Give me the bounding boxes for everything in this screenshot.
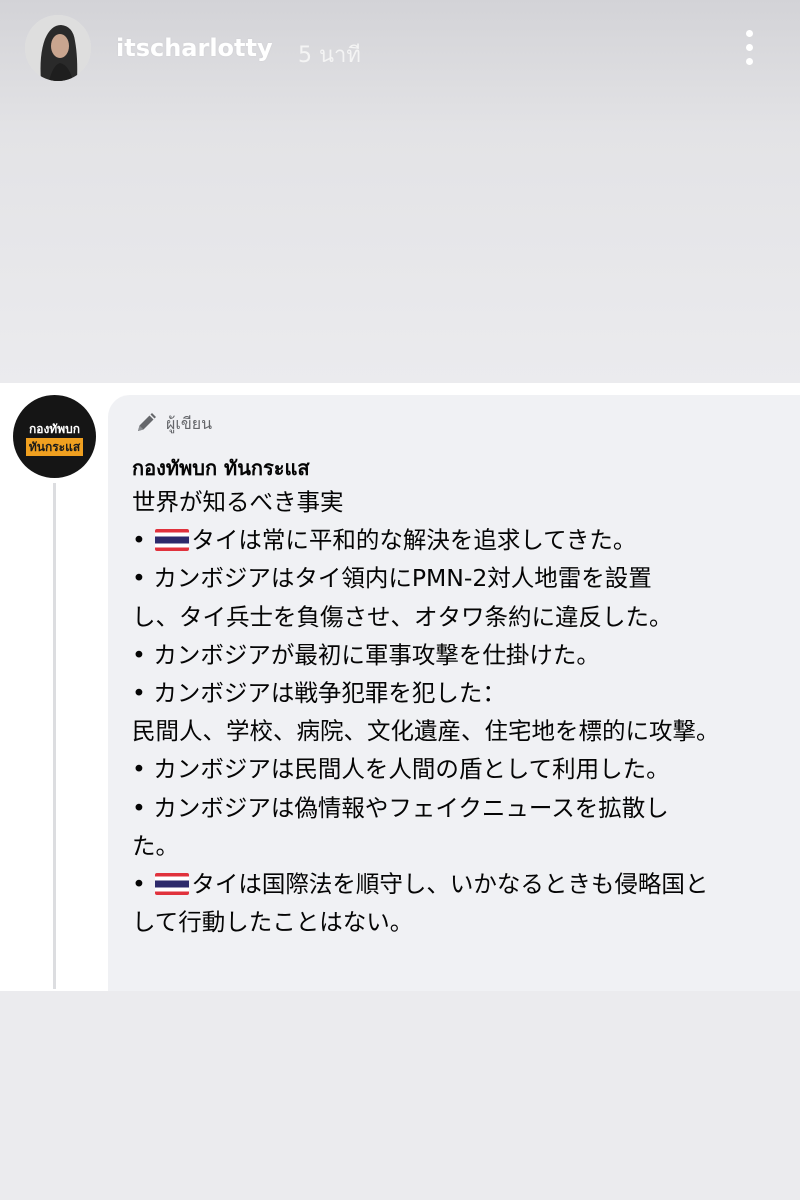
comment-text: 世界が知るべき事実 • タイは常に平和的な解決を追求してきた。 • カンボジアはタイ… [132, 483, 792, 941]
comment-line-text: 世界が知るべき事実 [132, 488, 344, 516]
bullet: • [132, 793, 154, 822]
author-badge: ผู้เขียน [166, 414, 213, 433]
comment-line: • タイは国際法を順守し、いかなるときも侵略国と [132, 865, 792, 903]
comment-line: • タイは常に平和的な解決を追求してきた。 [132, 521, 792, 559]
comment-line: • カンボジアはタイ領内にPMN-2対人地雷を設置 [132, 559, 792, 597]
bullet: • [132, 564, 154, 593]
page-avatar[interactable]: กองทัพบก ทันกระแส [13, 395, 96, 478]
comment-line-text: た。 [132, 831, 179, 860]
more-vertical-icon[interactable] [736, 28, 764, 68]
username[interactable]: itscharlotty [116, 34, 273, 62]
bullet: • [132, 678, 154, 707]
comment-line-text: カンボジアはタイ領内にPMN-2対人地雷を設置 [153, 564, 652, 593]
comment-line: し、タイ兵士を負傷させ、オタワ条約に違反した。 [132, 598, 792, 636]
comment-line: 世界が知るべき事実 [132, 483, 792, 521]
comment-line-text: カンボジアは民間人を人間の盾として利用した。 [153, 755, 670, 784]
bullet: • [132, 755, 154, 784]
comment-line: して行動したことはない。 [132, 903, 792, 941]
comment-line-text: タイは国際法を順守し、いかなるときも侵略国と [191, 869, 709, 898]
comment-line: • カンボジアが最初に軍事攻撃を仕掛けた。 [132, 636, 792, 674]
comment-line-text: して行動したことはない。 [132, 908, 414, 937]
comment-line-text: し、タイ兵士を負傷させ、オタワ条約に違反した。 [132, 602, 673, 631]
page-name[interactable]: กองทัพบก ทันกระแส [132, 452, 310, 484]
timestamp: 5 นาที [298, 43, 361, 68]
comment-line-text: カンボジアが最初に軍事攻撃を仕掛けた。 [153, 640, 600, 669]
avatar[interactable] [25, 15, 91, 81]
comment-line: た。 [132, 827, 792, 865]
thailand-flag-icon [155, 872, 190, 895]
thailand-flag-icon [155, 529, 190, 552]
comment-line: • カンボジアは偽情報やフェイクニュースを拡散し [132, 789, 792, 827]
story-header: itscharlotty 5 นาที [0, 0, 800, 100]
shared-post: กองทัพบก ทันกระแส ผู้เขียน กองทัพบก ทันก… [0, 383, 800, 991]
page-avatar-line1: กองทัพบก [28, 422, 81, 436]
comment-line-text: タイは常に平和的な解決を追求してきた。 [191, 526, 637, 555]
page-avatar-line2: ทันกระแส [26, 438, 83, 456]
comment-line-text: 民間人、学校、病院、文化遺産、住宅地を標的に攻撃。 [132, 717, 720, 746]
bullet: • [132, 526, 154, 555]
comment-line-text: カンボジアは戦争犯罪を犯した： [153, 678, 506, 707]
bullet: • [132, 869, 154, 898]
comment-line: • カンボジアは戦争犯罪を犯した： [132, 674, 792, 712]
bullet: • [132, 640, 154, 669]
pencil-icon [138, 413, 156, 431]
comment-line: 民間人、学校、病院、文化遺産、住宅地を標的に攻撃。 [132, 712, 792, 750]
comment-line-text: カンボジアは偽情報やフェイクニュースを拡散し [153, 793, 669, 822]
comment-bubble: ผู้เขียน กองทัพบก ทันกระแส 世界が知るべき事実 • タイ… [108, 395, 800, 991]
story-bottom-area [0, 991, 800, 1200]
thread-line [53, 483, 56, 989]
comment-line: • カンボジアは民間人を人間の盾として利用した。 [132, 750, 792, 788]
